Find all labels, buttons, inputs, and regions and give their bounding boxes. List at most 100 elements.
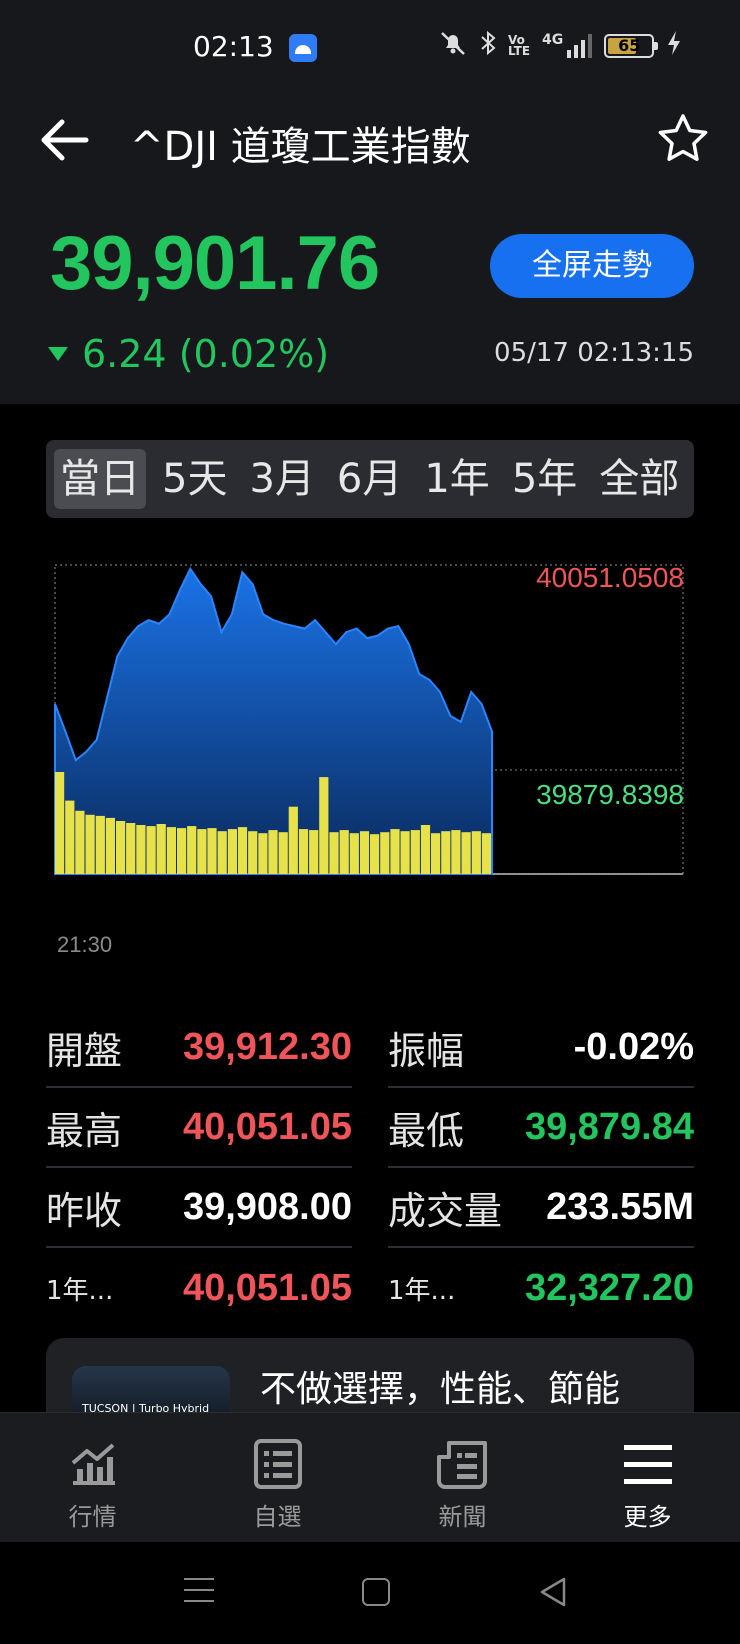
volume-bar [359,831,370,874]
volume-bar [268,830,278,874]
chart-icon [71,1443,115,1485]
tab-5-days[interactable]: 5天 [156,449,233,509]
charging-icon [666,30,682,62]
volume-bar [471,831,481,874]
volume-bar [95,815,105,874]
recent-apps-icon[interactable] [184,1578,214,1606]
volume-bar [298,829,309,874]
ad-text: 不做選擇，性能、節能 [260,1369,621,1410]
volume-bar [451,830,461,874]
tab-3-months[interactable]: 3月 [243,449,320,509]
stat-amplitude: 振幅 -0.02% [388,1008,694,1088]
price-change: 6.24 (0.02%) [48,332,329,376]
volume-bar [75,810,85,874]
ad-thumbnail: TUCSON | Turbo Hybrid [72,1366,230,1418]
fullscreen-chart-button[interactable]: 全屏走勢 [490,234,694,298]
intraday-chart[interactable]: 40051.0508 39879.8398 21:30 [0,550,740,970]
tab-6-months[interactable]: 6月 [331,449,408,509]
stat-52w-high: 1年... 40,051.05 [46,1248,352,1328]
stat-label: 1年... [46,1275,114,1306]
ad-banner[interactable]: TUCSON | Turbo Hybrid 不做選擇，性能、節能 [46,1338,694,1418]
volume-bar [197,829,207,874]
quote-header: ^DJI 道瓊工業指數 39,901.76 全屏走勢 6.24 (0.02%) … [0,100,740,404]
stat-value: 40,051.05 [182,1266,352,1309]
volume-bar [309,830,319,874]
period-tabs: 當日 5天 3月 6月 1年 5年 全部 [46,440,694,518]
volume-bar [400,831,410,874]
chart-start-time: 21:30 [57,932,112,957]
nav-watchlist[interactable]: 自選 [185,1413,370,1542]
stat-value: -0.02% [573,1025,694,1068]
chart-low-label: 39879.8398 [536,779,684,810]
down-arrow-icon [48,347,68,361]
stat-label: 最低 [388,1108,465,1153]
volume-bar [105,817,115,874]
volume-bar [410,830,420,874]
volume-bar [177,828,187,874]
chart-canvas: 40051.0508 39879.8398 21:30 [54,562,684,957]
battery-level: 65 [618,36,641,55]
stat-value: 40,051.05 [182,1105,352,1148]
nav-more[interactable]: 更多 [555,1413,740,1542]
stat-value: 39,908.00 [182,1185,352,1228]
volume-bar [126,823,136,874]
stat-value: 233.55M [546,1185,694,1228]
quote-timestamp: 05/17 02:13:15 [494,338,694,368]
volume-bar [207,828,217,874]
volume-bar [481,833,491,874]
tab-intraday[interactable]: 當日 [54,449,146,509]
stat-label: 昨收 [46,1188,123,1233]
volume-bar [237,827,248,874]
bottom-nav: 行情 自選 新聞 更多 [0,1412,740,1542]
volume-bar [370,834,380,874]
nav-label: 新聞 [438,1503,487,1531]
page-title: ^DJI 道瓊工業指數 [130,124,471,170]
stat-high: 最高 40,051.05 [46,1088,352,1168]
stat-label: 1年... [388,1275,456,1306]
nav-news[interactable]: 新聞 [370,1413,555,1542]
back-triangle-icon[interactable] [538,1576,568,1608]
stat-value: 39,912.30 [182,1025,352,1068]
stat-label: 成交量 [388,1188,503,1233]
volume-bar [380,832,390,874]
volume-bar [461,832,471,874]
volume-bar [258,833,268,874]
tab-1-year[interactable]: 1年 [418,449,495,509]
nav-label: 行情 [68,1503,117,1531]
stat-volume: 成交量 233.55M [388,1168,694,1248]
volume-bar [217,831,227,874]
list-icon [253,1439,302,1489]
stat-prev-close: 昨收 39,908.00 [46,1168,352,1248]
stat-low: 最低 39,879.84 [388,1088,694,1168]
volume-bar [420,825,431,874]
battery-icon: 65 [604,34,659,58]
volume-bar [339,830,349,874]
nav-market[interactable]: 行情 [0,1413,185,1542]
home-icon[interactable] [362,1578,390,1606]
menu-icon [623,1445,672,1484]
stat-value: 32,327.20 [524,1266,694,1309]
nav-label: 自選 [253,1503,302,1531]
stat-label: 振幅 [388,1028,465,1073]
volume-bar [166,827,176,874]
system-nav-bar [0,1542,740,1644]
stat-52w-low: 1年... 32,327.20 [388,1248,694,1328]
volume-bar [431,833,441,874]
volume-bar [441,831,451,874]
volume-bar [329,832,339,874]
stat-value: 39,879.84 [524,1105,694,1148]
nav-label: 更多 [623,1503,672,1531]
volume-bar [319,777,329,874]
favorite-star-icon[interactable] [656,112,710,166]
status-time: 02:13 [193,30,274,63]
tab-5-years[interactable]: 5年 [506,449,583,509]
volume-bar [288,806,298,874]
back-arrow-icon[interactable] [40,118,90,162]
volume-bar [248,831,258,874]
status-icons: Vo LTE 4G 65 [438,30,682,62]
bluetooth-icon [480,30,496,62]
volte-icon: Vo LTE [508,33,531,58]
volume-bar [156,824,166,874]
tab-all[interactable]: 全部 [593,449,685,509]
android-debug-icon [289,34,317,62]
